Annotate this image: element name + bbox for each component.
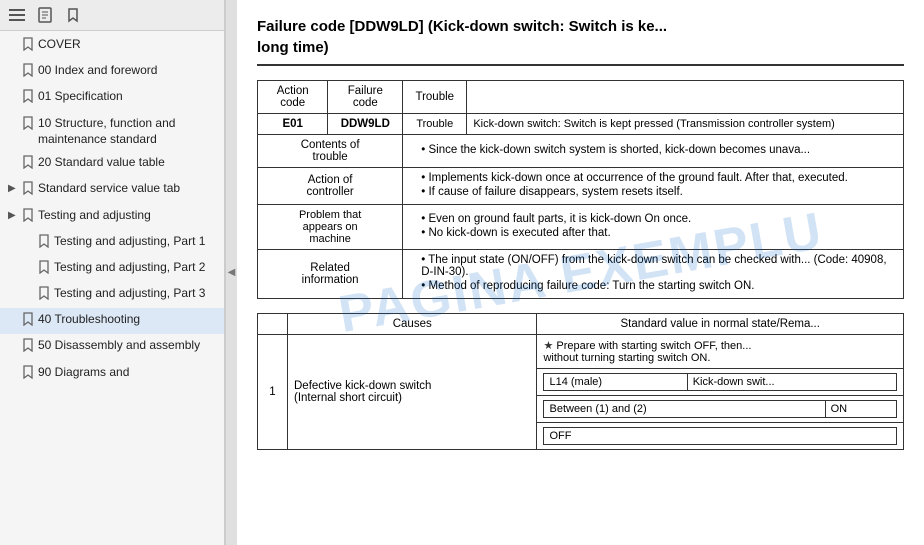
sidebar-items: COVER 00 Index and foreword 01 Specifica…	[0, 31, 224, 545]
sidebar-label-ss: Standard service value tab	[38, 180, 220, 197]
bookmark-icon-00	[22, 63, 34, 82]
sidebar-label-50: 50 Disassembly and assembly	[38, 337, 220, 354]
bookmark-icon-cover	[22, 37, 34, 56]
sidebar-label-ta1: Testing and adjusting, Part 1	[54, 233, 220, 250]
menu-icon[interactable]	[6, 4, 28, 26]
bookmark-icon-50	[22, 338, 34, 357]
bookmark-icon-40	[22, 312, 34, 331]
cause-num: 1	[258, 335, 288, 450]
sidebar-toolbar	[0, 0, 224, 31]
cause-between-off: OFF	[537, 423, 904, 450]
cause-desc: Defective kick-down switch(Internal shor…	[288, 335, 537, 450]
bookmark-icon-ta1	[38, 234, 50, 253]
action-code-value: E01	[258, 114, 328, 135]
causes-col-standard: Standard value in normal state/Rema...	[537, 314, 904, 335]
problem-machine-value: Even on ground fault parts, it is kick-d…	[403, 205, 904, 250]
sidebar-item-testing-adj-1[interactable]: Testing and adjusting, Part 1	[0, 230, 224, 256]
sidebar-label-ta2: Testing and adjusting, Part 2	[54, 259, 220, 276]
bookmark-icon-10	[22, 116, 34, 135]
sub-measure-point: L14 (male)	[544, 374, 687, 391]
chevron-right-icon-ta: ▶	[8, 209, 18, 223]
failure-code-value: DDW9LD	[328, 114, 403, 135]
sidebar-label-ta: Testing and adjusting	[38, 207, 220, 224]
sidebar-label-00: 00 Index and foreword	[38, 62, 220, 79]
sidebar-item-testing-adj[interactable]: ▶ Testing and adjusting	[0, 204, 224, 230]
bookmark-icon-ta3	[38, 286, 50, 305]
sidebar-label-10: 10 Structure, function and maintenance s…	[38, 115, 220, 149]
sidebar-label-cover: COVER	[38, 36, 220, 53]
sidebar-label-ta3: Testing and adjusting, Part 3	[54, 285, 220, 302]
bookmark-icon-ta	[22, 208, 34, 227]
action-controller-header: Action ofcontroller	[258, 168, 403, 205]
sidebar-item-cover[interactable]: COVER	[0, 33, 224, 59]
bookmark-icon-20	[22, 155, 34, 174]
cause-prepare: ★ Prepare with starting switch OFF, then…	[537, 335, 904, 369]
col-header-action-code: Action code	[258, 81, 328, 114]
col-header-failure-code: Failure code	[328, 81, 403, 114]
sidebar-label-90: 90 Diagrams and	[38, 364, 220, 381]
bookmark-icon-ta2	[38, 260, 50, 279]
causes-table: Causes Standard value in normal state/Re…	[257, 313, 904, 450]
contents-trouble-value: Since the kick-down switch system is sho…	[403, 135, 904, 168]
action-controller-value: Implements kick-down once at occurrence …	[403, 168, 904, 205]
main-content: PAGINA EXEMPLU Failure code [DDW9LD] (Ki…	[237, 0, 924, 545]
sidebar: COVER 00 Index and foreword 01 Specifica…	[0, 0, 225, 545]
col-header-trouble-desc	[467, 81, 904, 114]
sub-value-table-on: Between (1) and (2) ON	[543, 400, 897, 418]
page-icon[interactable]	[34, 4, 56, 26]
trouble-desc: Kick-down switch: Switch is kept pressed…	[467, 114, 904, 135]
sidebar-label-40: 40 Troubleshooting	[38, 311, 220, 328]
sub-value-table-off: OFF	[543, 427, 897, 445]
causes-col-num	[258, 314, 288, 335]
page-title: Failure code [DDW9LD] (Kick-down switch:…	[257, 16, 904, 66]
related-info-value: The input state (ON/OFF) from the kick-d…	[403, 250, 904, 299]
bookmark-toolbar-icon[interactable]	[62, 4, 84, 26]
trouble-cell: Trouble	[403, 114, 467, 135]
sidebar-item-50-disassembly[interactable]: 50 Disassembly and assembly	[0, 334, 224, 360]
sidebar-item-20-standard[interactable]: 20 Standard value table	[0, 151, 224, 177]
sidebar-item-40-troubleshooting[interactable]: 40 Troubleshooting	[0, 308, 224, 334]
chevron-right-icon: ▶	[8, 182, 18, 196]
on-value: ON	[825, 401, 896, 418]
causes-col-causes: Causes	[288, 314, 537, 335]
cause-between-on: Between (1) and (2) ON	[537, 396, 904, 423]
related-info-header: Relatedinformation	[258, 250, 403, 299]
sidebar-collapse-handle[interactable]: ◀	[225, 0, 237, 545]
sidebar-item-10-structure[interactable]: 10 Structure, function and maintenance s…	[0, 112, 224, 152]
bookmark-icon-ss	[22, 181, 34, 200]
sidebar-item-testing-adj-3[interactable]: Testing and adjusting, Part 3	[0, 282, 224, 308]
sidebar-label-01: 01 Specification	[38, 88, 220, 105]
sub-measure-name: Kick-down swit...	[687, 374, 896, 391]
bookmark-icon-90	[22, 365, 34, 384]
sidebar-item-00-index[interactable]: 00 Index and foreword	[0, 59, 224, 85]
sidebar-label-20: 20 Standard value table	[38, 154, 220, 171]
sidebar-item-testing-adj-2[interactable]: Testing and adjusting, Part 2	[0, 256, 224, 282]
between-label: Between (1) and (2)	[544, 401, 825, 418]
contents-trouble-header: Contents oftrouble	[258, 135, 403, 168]
info-table: Action code Failure code Trouble E01 DDW…	[257, 80, 904, 299]
col-header-trouble: Trouble	[403, 81, 467, 114]
sidebar-item-standard-service[interactable]: ▶ Standard service value tab	[0, 177, 224, 203]
problem-machine-header: Problem thatappears onmachine	[258, 205, 403, 250]
sub-measure-table: L14 (male) Kick-down swit...	[543, 373, 897, 391]
sidebar-item-01-spec[interactable]: 01 Specification	[0, 85, 224, 111]
sidebar-item-90-diagrams[interactable]: 90 Diagrams and	[0, 361, 224, 387]
bookmark-icon-01	[22, 89, 34, 108]
off-value: OFF	[544, 428, 897, 445]
cause-measure-header: L14 (male) Kick-down swit...	[537, 369, 904, 396]
